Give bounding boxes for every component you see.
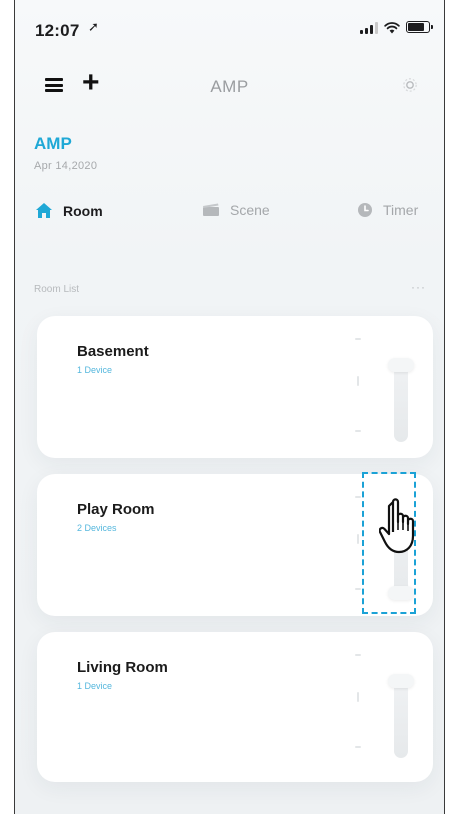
slider-scale [355,652,363,752]
clock-icon [358,203,372,217]
tab-scene-label: Scene [230,202,270,218]
status-time: 12:07 [35,21,80,40]
room-name: Play Room [77,501,155,518]
slider-thumb[interactable] [388,674,414,688]
brightness-slider[interactable] [388,358,414,442]
location-arrow-icon: ➚ [88,19,99,34]
slider-scale [355,494,363,594]
tab-scene[interactable]: Scene [202,202,270,218]
home-icon [36,203,52,218]
home-date: Apr 14,2020 [34,160,98,172]
tab-room[interactable]: Room [35,202,103,219]
room-name: Living Room [77,659,168,676]
scene-icon [203,203,219,216]
status-icons [360,20,433,34]
tab-timer-label: Timer [383,202,419,218]
room-card-play-room[interactable]: Play Room 2 Devices [37,474,433,616]
brightness-slider[interactable] [388,674,414,758]
slider-scale [355,336,363,436]
nav-title: AMP [210,77,249,96]
home-title: AMP [34,134,72,153]
phone-screen: 12:07 ➚ + AMP AMP Apr 14,2020 Room Scene… [14,0,445,814]
slider-thumb[interactable] [388,358,414,372]
room-name: Basement [77,343,149,360]
settings-icon[interactable] [401,76,419,94]
nav-bar: + AMP [15,62,444,112]
room-list-title: Room List [34,284,80,295]
slider-thumb[interactable] [388,586,414,600]
device-count: 2 Devices [77,523,117,533]
device-count: 1 Device [77,365,113,375]
more-options-button[interactable]: ··· [411,280,426,294]
brightness-slider[interactable] [388,516,414,600]
tab-timer[interactable]: Timer [357,202,418,218]
room-card-living-room[interactable]: Living Room 1 Device [37,632,433,782]
room-card-basement[interactable]: Basement 1 Device [37,316,433,458]
status-bar: 12:07 ➚ [15,0,444,56]
device-count: 1 Device [77,681,113,691]
battery-icon [406,21,433,33]
tab-bar: Room Scene Timer [15,196,444,230]
tab-room-label: Room [63,202,103,219]
cellular-signal-icon [360,20,378,34]
wifi-icon [384,21,400,33]
